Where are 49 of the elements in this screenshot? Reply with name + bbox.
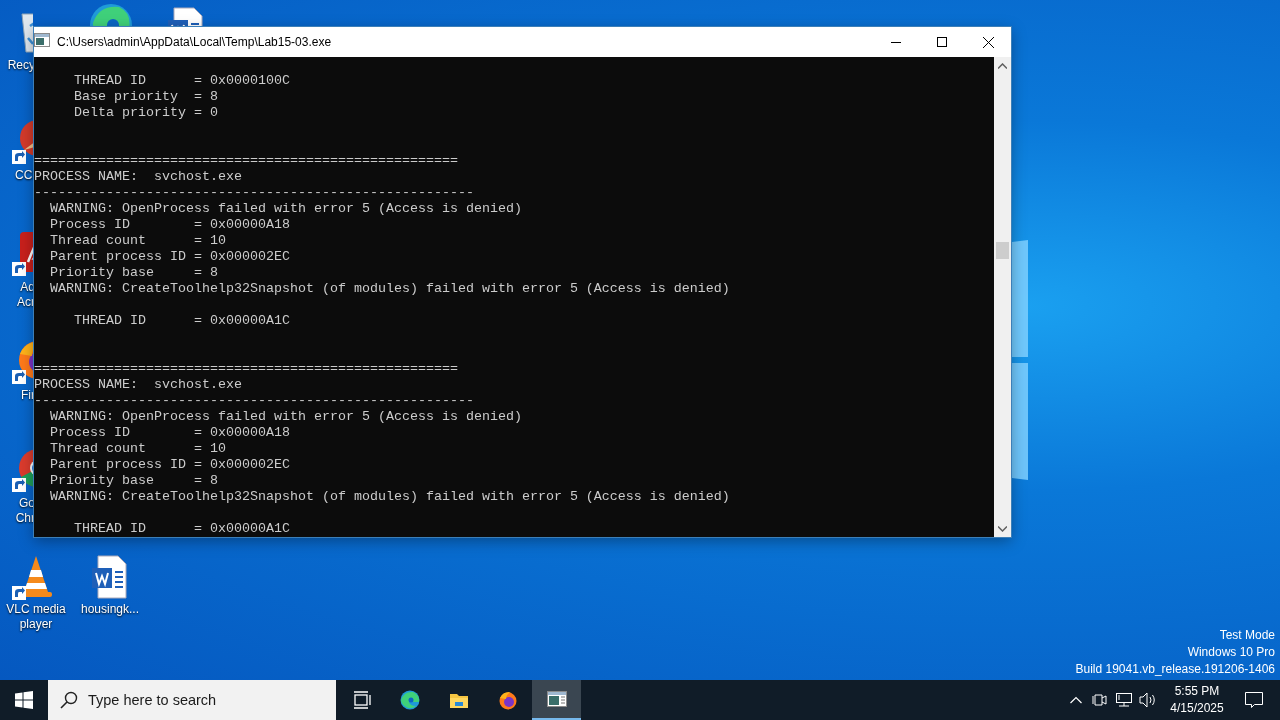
console-line: Delta priority = 0 [73, 105, 218, 121]
window-title: C:\Users\admin\AppData\Local\Temp\Lab15-03.exe [57, 35, 333, 49]
console-line: Parent process ID = 0x000002EC [49, 249, 290, 265]
console-line: WARNING: OpenProcess failed with error 5 (Access is denied) [49, 409, 522, 425]
taskbar-app-button[interactable] [532, 680, 581, 720]
search-box[interactable]: Type here to search [48, 680, 336, 720]
system-notice-text: Windows 10 Pro [1187, 644, 1275, 661]
console-line: ===================================================== [34, 361, 458, 377]
icon-label: housingk... [80, 602, 139, 617]
scroll-up-icon[interactable] [998, 63, 1007, 69]
console-line: Priority base = 8 [49, 473, 218, 489]
console-app-icon [546, 689, 567, 709]
clock[interactable]: 5:55 PM 4/15/2025 [1160, 683, 1234, 717]
scroll-down-icon[interactable] [998, 526, 1007, 532]
icon-label: Chr [15, 511, 35, 526]
console-line: Thread count = 10 [49, 233, 226, 249]
search-field[interactable]: Type here to search [88, 692, 308, 708]
console-line: Priority base = 8 [49, 265, 218, 281]
icon-label: CCl [15, 168, 35, 183]
console-line: WARNING: CreateToolhelp32Snapshot (of modules) failed with error 5 (Access is denied) [49, 281, 730, 297]
icon-label: player [19, 617, 53, 632]
console-line: Parent process ID = 0x000002EC [49, 457, 290, 473]
console-line: THREAD ID = 0x00000A1C [73, 313, 290, 329]
console-line: PROCESS NAME: svchost.exe [34, 377, 242, 393]
console-line: ===================================================== [34, 153, 458, 169]
console-line: Process ID = 0x00000A18 [49, 217, 290, 233]
console-line: WARNING: OpenProcess failed with error 5 (Access is denied) [49, 201, 522, 217]
icon-label: Acr [17, 295, 35, 310]
console-line: Process ID = 0x00000A18 [49, 425, 290, 441]
console-line: Thread count = 10 [49, 441, 226, 457]
console-line: ------------------------------------------------------- [34, 185, 474, 201]
windows-logo-icon [15, 691, 33, 709]
icon-label: Go [19, 496, 35, 511]
browser-logo-icon [399, 690, 420, 710]
scrollbar[interactable] [994, 57, 1011, 537]
console-line: PROCESS NAME: svchost.exe [34, 169, 242, 185]
close-icon [982, 36, 994, 48]
system-notice-text: Test Mode [1219, 627, 1275, 644]
console-line: THREAD ID = 0x0000100C [73, 73, 290, 89]
search-icon [60, 691, 78, 709]
console-line: THREAD ID = 0x00000A1C [73, 521, 290, 537]
icon-label: VLC media [6, 602, 66, 617]
system-notice-text: Build 19041.vb_release.191206-1406 [1075, 661, 1275, 678]
console-line: WARNING: CreateToolhelp32Snapshot (of modules) failed with error 5 (Access is denied) [49, 489, 730, 505]
maximize-icon [937, 37, 947, 47]
console-line: Base priority = 8 [73, 89, 218, 105]
console-line: ------------------------------------------------------- [34, 393, 474, 409]
scrollbar-thumb[interactable] [996, 242, 1009, 259]
fox-browser-icon [497, 690, 518, 710]
